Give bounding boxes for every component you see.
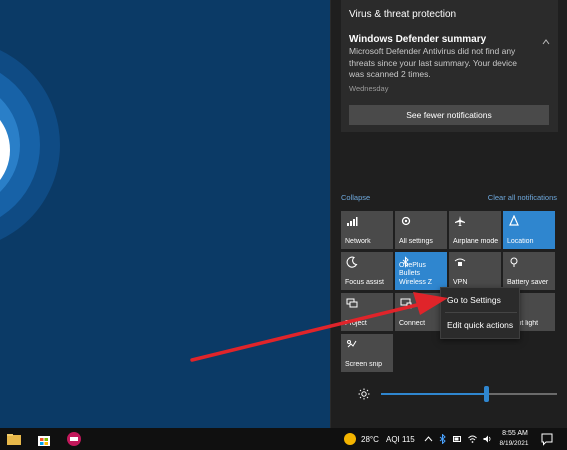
connect-icon — [400, 298, 412, 309]
file-explorer-icon[interactable] — [6, 431, 22, 447]
clear-all-notifications-link[interactable]: Clear all notifications — [488, 193, 557, 202]
tile-label: Screen snip — [345, 360, 382, 368]
notification-app-name: Virus & threat protection — [349, 9, 457, 20]
chevron-up-icon[interactable] — [542, 38, 550, 46]
notification-body: Microsoft Defender Antivirus did not fin… — [349, 46, 518, 79]
tile-network[interactable]: Network — [341, 211, 393, 249]
project-icon — [346, 298, 358, 308]
battery-saver-icon — [510, 257, 518, 267]
taskbar: 28°C AQI 115 8:55 AM 8/19/2021 — [0, 428, 567, 450]
tile-all-settings[interactable]: All settings — [395, 211, 447, 249]
bluetooth-icon[interactable] — [438, 434, 447, 444]
menu-separator — [445, 312, 517, 313]
tile-screen-snip[interactable]: Screen snip — [341, 334, 393, 372]
clock-date[interactable]: 8/19/2021 — [496, 440, 532, 447]
network-icon — [347, 217, 358, 226]
tile-vpn[interactable]: VPN — [449, 252, 501, 290]
menu-item-go-to-settings[interactable]: Go to Settings — [447, 295, 501, 305]
tile-bluetooth[interactable]: OnePlus Bullets Wireless Z — [395, 252, 447, 290]
tile-label: Network — [345, 237, 371, 245]
weather-temperature[interactable]: 28°C — [361, 435, 379, 444]
tile-label: Location — [507, 237, 534, 245]
screen-snip-icon — [347, 340, 357, 348]
tile-label: All settings — [399, 237, 433, 245]
tile-project[interactable]: Project — [341, 293, 393, 331]
location-icon — [509, 215, 519, 226]
see-fewer-notifications-button[interactable]: See fewer notifications — [349, 105, 549, 125]
notification-time: Wednesday — [349, 84, 389, 93]
battery-icon[interactable] — [453, 434, 462, 444]
airplane-icon — [455, 216, 465, 226]
moon-icon — [346, 256, 358, 268]
tile-label: Project — [345, 319, 367, 327]
notification-center-icon[interactable] — [540, 432, 554, 446]
tile-label: Airplane mode — [453, 237, 499, 245]
tile-location[interactable]: Location — [503, 211, 555, 249]
tile-label: Battery saver — [507, 278, 549, 286]
clock-time[interactable]: 8:55 AM — [500, 430, 530, 437]
chevron-up-icon[interactable] — [424, 434, 433, 444]
brightness-icon — [358, 388, 370, 400]
brightness-slider[interactable] — [381, 386, 557, 402]
tile-battery-saver[interactable]: Battery saver — [503, 252, 555, 290]
tile-label: Focus assist — [345, 278, 384, 286]
volume-icon[interactable] — [483, 434, 492, 444]
menu-item-edit-quick-actions[interactable]: Edit quick actions — [447, 320, 513, 330]
context-menu: Go to Settings Edit quick actions — [440, 287, 520, 339]
tile-label: OnePlus Bullets Wireless Z — [399, 261, 433, 286]
notification-title: Windows Defender summary — [349, 34, 487, 45]
notification-card[interactable]: Virus & threat protection Windows Defend… — [341, 0, 558, 132]
weather-aqi[interactable]: AQI 115 — [386, 435, 415, 444]
collapse-link[interactable]: Collapse — [341, 193, 370, 202]
tile-focus-assist[interactable]: Focus assist — [341, 252, 393, 290]
screen-recorder-icon[interactable] — [66, 431, 82, 447]
desktop — [0, 0, 330, 428]
weather-icon[interactable] — [344, 433, 356, 445]
gear-icon — [401, 216, 411, 226]
tile-label: VPN — [453, 278, 468, 286]
wifi-icon[interactable] — [468, 434, 477, 444]
microsoft-store-icon[interactable] — [36, 431, 52, 447]
brightness-slider-thumb[interactable] — [484, 386, 490, 402]
brightness-slider-fill — [381, 393, 487, 395]
tile-airplane-mode[interactable]: Airplane mode — [449, 211, 501, 249]
vpn-icon — [454, 258, 466, 266]
action-center: Virus & threat protection Windows Defend… — [330, 0, 567, 428]
